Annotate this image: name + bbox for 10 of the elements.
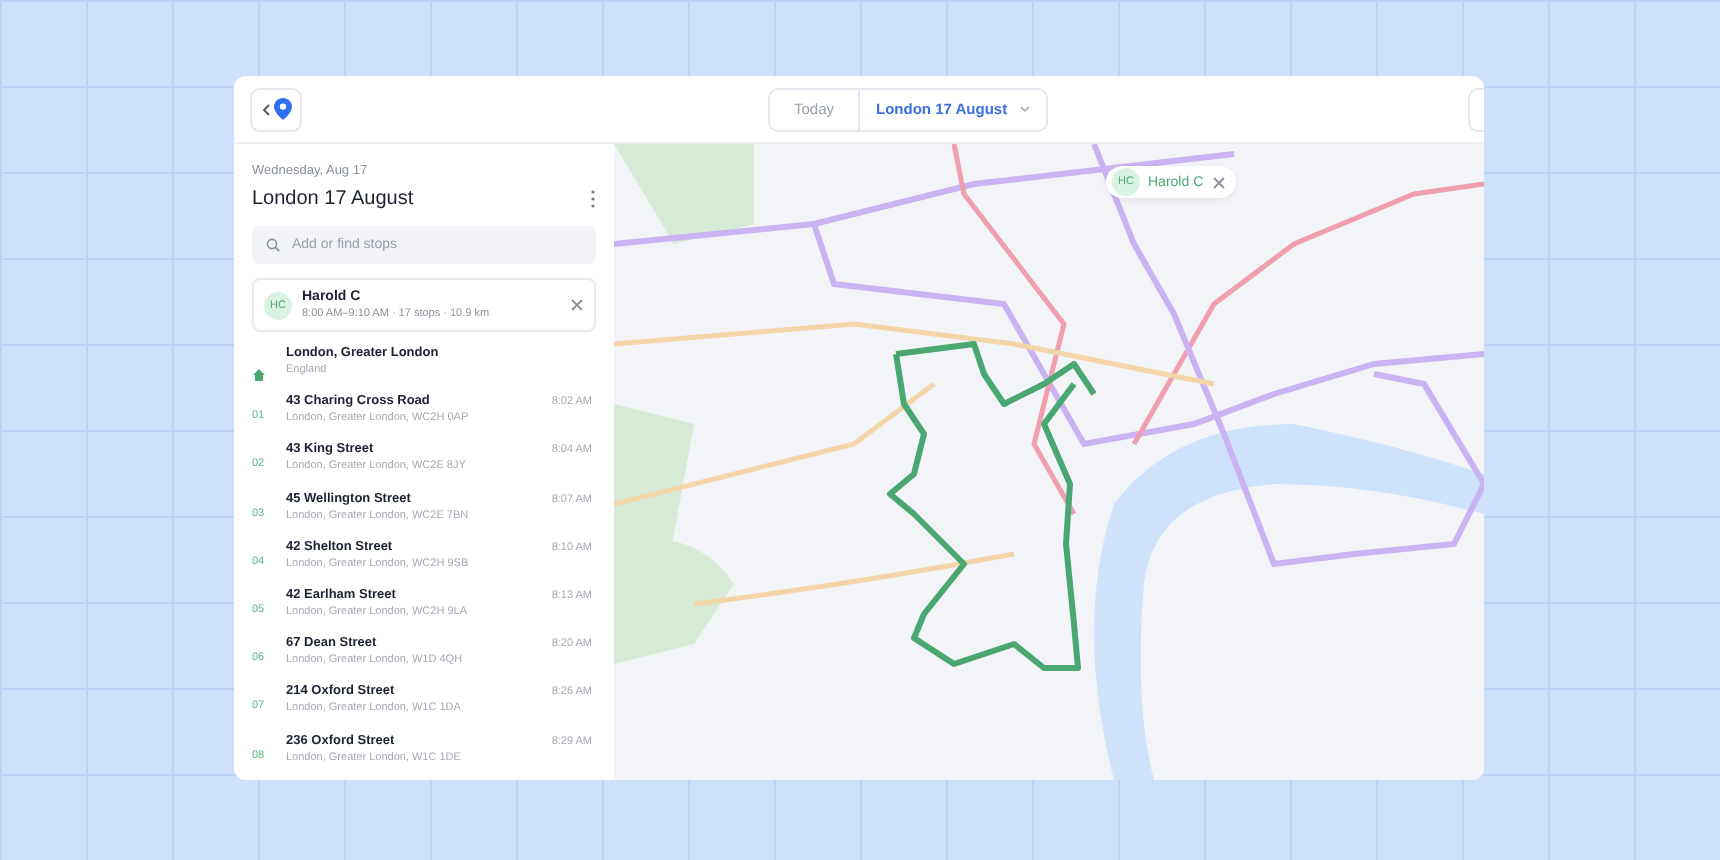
- chevron-down-icon: [1019, 106, 1030, 112]
- back-button[interactable]: [250, 87, 302, 131]
- more-icon[interactable]: [590, 190, 596, 208]
- close-icon[interactable]: [1211, 175, 1226, 189]
- route-title: London 17 August: [252, 188, 414, 210]
- close-icon[interactable]: [570, 298, 584, 312]
- home-icon: [252, 368, 266, 382]
- map-drawing[interactable]: [614, 144, 1484, 780]
- chevron-left-icon: [261, 103, 269, 115]
- map-pin-icon: [273, 98, 291, 120]
